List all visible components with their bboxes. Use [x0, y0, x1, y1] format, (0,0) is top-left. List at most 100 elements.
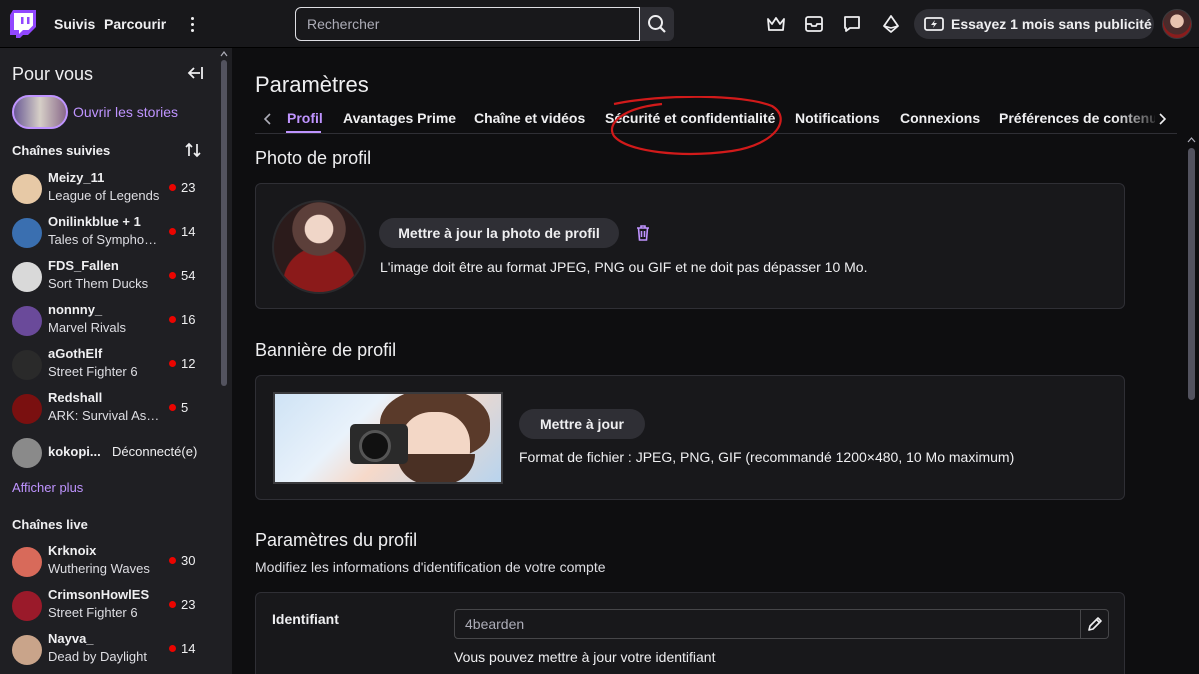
- live-dot-icon: [169, 184, 176, 191]
- profile-banner-title: Bannière de profil: [255, 340, 397, 360]
- show-more-link[interactable]: Afficher plus: [12, 480, 83, 495]
- channel-game: League of Legends: [48, 188, 160, 203]
- channel-game: Sort Them Ducks: [48, 276, 149, 291]
- sidebar: Pour vous Ouvrir les stories Chaînes sui…: [0, 48, 232, 674]
- update-profile-photo-button[interactable]: Mettre à jour la photo de profil: [379, 218, 619, 248]
- sidebar-channel-item[interactable]: Krknoix Wuthering Waves 30: [0, 540, 222, 584]
- tab-profile[interactable]: Profil: [287, 110, 323, 126]
- live-dot-icon: [169, 645, 176, 652]
- username-hint: Vous pouvez mettre à jour votre identifi…: [454, 649, 716, 665]
- profile-banner-card: Mettre à jour Format de fichier : JPEG, …: [255, 375, 1125, 500]
- edit-username-button[interactable]: [1081, 609, 1109, 639]
- top-nav: Suivis Parcourir Rechercher Essayez 1 mo…: [0, 0, 1199, 48]
- channel-avatar: [12, 262, 42, 292]
- channel-avatar: [12, 350, 42, 380]
- tab-connections[interactable]: Connexions: [900, 110, 980, 126]
- sidebar-channel-item[interactable]: Redshall ARK: Survival Ascended 5: [0, 387, 222, 431]
- page-title: Paramètres: [255, 72, 369, 97]
- sidebar-channel-item[interactable]: FDS_Fallen Sort Them Ducks 54: [0, 255, 222, 299]
- search-placeholder: Rechercher: [307, 16, 380, 32]
- tv-bolt-icon: [924, 17, 944, 31]
- tabs-scroll-left-icon[interactable]: [261, 110, 275, 128]
- live-dot-icon: [169, 404, 176, 411]
- sidebar-channel-item[interactable]: Meizy_11 League of Legends 23: [0, 167, 222, 211]
- live-dot-icon: [169, 272, 176, 279]
- live-dot-icon: [169, 228, 176, 235]
- viewer-count: 12: [181, 356, 196, 371]
- tab-notifications[interactable]: Notifications: [795, 110, 880, 126]
- nav-browse-link[interactable]: Parcourir: [104, 16, 166, 32]
- banner-image: [273, 392, 503, 484]
- viewer-count: 16: [181, 312, 196, 327]
- open-stories-link[interactable]: Ouvrir les stories: [73, 104, 178, 120]
- delete-photo-icon[interactable]: [634, 224, 652, 242]
- channel-name: nonnny_: [48, 302, 103, 317]
- sidebar-scrollbar[interactable]: [221, 60, 227, 386]
- sidebar-channel-item[interactable]: Nayva_ Dead by Daylight 14: [0, 628, 222, 672]
- followed-channels-title: Chaînes suivies: [12, 143, 111, 158]
- viewer-count: 23: [181, 597, 196, 612]
- tabs-scroll-right-icon[interactable]: [1155, 110, 1169, 128]
- profile-photo-hint: L'image doit être au format JPEG, PNG ou…: [380, 259, 868, 275]
- update-banner-button[interactable]: Mettre à jour: [519, 409, 645, 439]
- sidebar-channel-item[interactable]: aGothElf Street Fighter 6 12: [0, 343, 222, 387]
- sidebar-scroll-up-icon[interactable]: [220, 50, 228, 58]
- channel-viewers: 16: [169, 312, 195, 327]
- search-button[interactable]: [640, 7, 674, 41]
- nav-following-link[interactable]: Suivis: [54, 16, 95, 32]
- sidebar-channel-offline[interactable]: kokopi... Déconnecté(e): [0, 431, 222, 475]
- channel-viewers: 23: [169, 180, 195, 195]
- viewer-count: 23: [181, 180, 196, 195]
- settings-main: Paramètres Profil Avantages Prime Chaîne…: [232, 48, 1199, 674]
- profile-settings-card: Identifiant 4bearden Vous pouvez mettre …: [255, 592, 1125, 674]
- channel-avatar: [12, 218, 42, 248]
- sidebar-channel-item[interactable]: Onilinkblue + 1 Tales of Symphonia 14: [0, 211, 222, 255]
- channel-avatar: [12, 394, 42, 424]
- main-scrollbar[interactable]: [1188, 148, 1195, 400]
- channel-game: ARK: Survival Ascended: [48, 408, 160, 423]
- prime-crown-icon[interactable]: [766, 14, 786, 34]
- live-dot-icon: [169, 601, 176, 608]
- inbox-icon[interactable]: [804, 14, 824, 34]
- username-input[interactable]: 4bearden: [454, 609, 1081, 639]
- username-label: Identifiant: [272, 611, 339, 627]
- channel-name: Meizy_11: [48, 170, 105, 185]
- channel-game: Street Fighter 6: [48, 364, 138, 379]
- channel-game: Tales of Symphonia: [48, 232, 160, 247]
- channel-offline-status: Déconnecté(e): [112, 444, 198, 459]
- channel-viewers: 30: [169, 553, 195, 568]
- channel-game: Street Fighter 6: [48, 605, 138, 620]
- live-channels-title: Chaînes live: [12, 517, 88, 532]
- tab-channel-videos[interactable]: Chaîne et vidéos: [474, 110, 585, 126]
- more-options-icon[interactable]: [182, 12, 202, 36]
- bits-icon[interactable]: [881, 14, 901, 34]
- search-input[interactable]: Rechercher: [295, 7, 640, 41]
- whispers-icon[interactable]: [842, 14, 862, 34]
- channel-name: Krknoix: [48, 543, 97, 558]
- profile-photo-title: Photo de profil: [255, 148, 372, 168]
- viewer-count: 14: [181, 641, 196, 656]
- ad-free-promo-button[interactable]: Essayez 1 mois sans publicité: [914, 9, 1154, 39]
- twitch-logo-icon[interactable]: [10, 10, 36, 38]
- stories-avatar[interactable]: [12, 95, 68, 129]
- sidebar-channel-item[interactable]: nonnny_ Marvel Rivals 16: [0, 299, 222, 343]
- red-highlight-annotation: [611, 96, 782, 155]
- channel-viewers: 14: [169, 641, 195, 656]
- sidebar-title: Pour vous: [12, 64, 94, 84]
- viewer-count: 14: [181, 224, 196, 239]
- channel-avatar: [12, 306, 42, 336]
- channel-game: Dead by Daylight: [48, 649, 147, 664]
- channel-name: Nayva_: [48, 631, 94, 646]
- channel-viewers: 12: [169, 356, 195, 371]
- channel-viewers: 54: [169, 268, 195, 283]
- channel-avatar: [12, 591, 42, 621]
- collapse-sidebar-icon[interactable]: [186, 64, 204, 82]
- sidebar-channel-item[interactable]: CrimsonHowlES Street Fighter 6 23: [0, 584, 222, 628]
- active-tab-indicator: [286, 131, 321, 133]
- sort-icon[interactable]: [184, 141, 202, 159]
- main-scroll-up-icon[interactable]: [1187, 136, 1196, 144]
- user-avatar[interactable]: [1162, 9, 1192, 39]
- channel-viewers: 5: [169, 400, 188, 415]
- ad-free-promo-label: Essayez 1 mois sans publicité: [951, 16, 1152, 32]
- tab-prime[interactable]: Avantages Prime: [343, 110, 456, 126]
